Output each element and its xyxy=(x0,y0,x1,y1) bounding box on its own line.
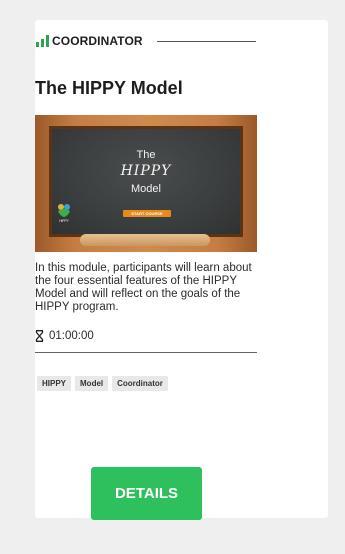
role-label: COORDINATOR xyxy=(52,34,143,48)
tag-coordinator[interactable]: Coordinator xyxy=(112,376,168,391)
role-header: COORDINATOR xyxy=(36,33,256,49)
course-description: In this module, participants will learn … xyxy=(35,262,252,313)
tag-hippy[interactable]: HIPPY xyxy=(37,376,72,391)
chalk-tray xyxy=(80,234,210,246)
thumbnail-line2: HIPPY xyxy=(120,163,172,179)
tag-list: HIPPY Model Coordinator xyxy=(37,376,168,391)
thumbnail-line1: The xyxy=(136,149,156,161)
start-course-badge: START COURSE xyxy=(123,210,171,217)
course-duration: 01:00:00 xyxy=(35,330,94,342)
signal-bars-icon xyxy=(36,35,49,47)
duration-text: 01:00:00 xyxy=(49,330,94,342)
role-divider xyxy=(156,40,256,42)
hourglass-icon xyxy=(35,330,44,342)
hippy-logo-text: HIPPY xyxy=(59,219,69,223)
course-thumbnail[interactable]: The HIPPY Model START COURSE HIPPY xyxy=(35,115,257,252)
chalkboard: The HIPPY Model START COURSE HIPPY xyxy=(52,129,240,234)
course-title[interactable]: The HIPPY Model xyxy=(35,78,260,99)
thumbnail-line3: Model xyxy=(131,183,161,195)
tag-model[interactable]: Model xyxy=(75,376,109,391)
chalkboard-frame: The HIPPY Model START COURSE HIPPY xyxy=(49,126,243,237)
hippy-logo-icon: HIPPY xyxy=(58,204,70,223)
card-divider xyxy=(35,352,257,353)
details-button[interactable]: DETAILS xyxy=(91,467,202,520)
